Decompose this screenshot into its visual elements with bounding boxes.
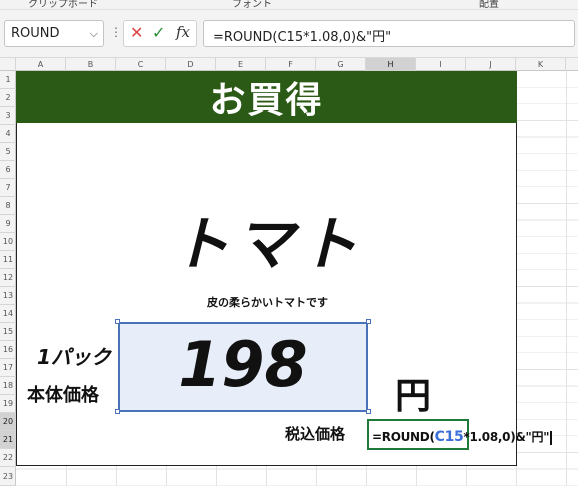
select-all-corner[interactable] bbox=[0, 58, 16, 71]
row-header[interactable]: 4 bbox=[0, 125, 16, 143]
formula-input[interactable]: =ROUND(C15*1.08,0)&"円" bbox=[203, 20, 575, 47]
row-header[interactable]: 22 bbox=[0, 449, 16, 467]
row-header[interactable]: 10 bbox=[0, 233, 16, 251]
resize-handle[interactable] bbox=[366, 409, 371, 414]
ribbon-group-alignment: 配置 bbox=[479, 0, 499, 10]
row-header[interactable]: 16 bbox=[0, 341, 16, 359]
poster-area[interactable]: トマト 皮の柔らかいトマトです 1パック 本体価格 198 円 税込価格 =RO… bbox=[16, 123, 552, 466]
check-icon[interactable]: ✓ bbox=[152, 23, 165, 42]
formula-bar: ROUND ⌵ ⋮ ✕ ✓ fx =ROUND(C15*1.08,0)&"円" bbox=[0, 10, 578, 58]
price-value: 198 bbox=[178, 328, 308, 401]
chevron-down-icon[interactable]: ⌵ bbox=[90, 27, 98, 41]
row-header[interactable]: 6 bbox=[0, 161, 16, 179]
row-header[interactable]: 3 bbox=[0, 107, 16, 125]
column-header[interactable]: A bbox=[16, 58, 66, 71]
column-header[interactable]: C bbox=[116, 58, 166, 71]
column-header-selected[interactable]: H bbox=[366, 58, 416, 71]
name-box[interactable]: ROUND ⌵ bbox=[4, 20, 104, 47]
title-banner: お買得 bbox=[16, 71, 517, 123]
row-header[interactable]: 9 bbox=[0, 215, 16, 233]
row-header[interactable]: 14 bbox=[0, 305, 16, 323]
text-caret bbox=[550, 430, 552, 445]
row-header[interactable]: 18 bbox=[0, 377, 16, 395]
column-headers: A B C D E F G H I J K bbox=[0, 58, 578, 71]
row-header[interactable]: 12 bbox=[0, 269, 16, 287]
row-headers: 1 2 3 4 5 6 7 8 9 10 11 12 13 14 15 16 1… bbox=[0, 71, 16, 486]
pack-label: 1パック bbox=[37, 345, 111, 369]
row-header[interactable]: 8 bbox=[0, 197, 16, 215]
yen-label: 円 bbox=[395, 376, 432, 417]
formula-cell-reference: C15 bbox=[434, 429, 464, 445]
row-header[interactable]: 11 bbox=[0, 251, 16, 269]
tax-price-label: 税込価格 bbox=[285, 425, 346, 443]
ribbon-group-clipboard: クリップボード bbox=[28, 0, 98, 10]
row-header[interactable]: 2 bbox=[0, 89, 16, 107]
formula-buttons: ✕ ✓ fx bbox=[123, 20, 197, 47]
row-header[interactable]: 13 bbox=[0, 287, 16, 305]
product-name: トマト bbox=[171, 210, 364, 278]
cancel-icon[interactable]: ✕ bbox=[130, 23, 143, 42]
product-description: 皮の柔らかいトマトです bbox=[207, 296, 328, 309]
row-header[interactable]: 1 bbox=[0, 71, 16, 89]
column-header[interactable]: J bbox=[466, 58, 516, 71]
ribbon-group-labels: クリップボード フォント 配置 bbox=[0, 0, 578, 10]
column-header[interactable]: E bbox=[216, 58, 266, 71]
row-header-selected[interactable]: 20 bbox=[0, 413, 16, 431]
row-header[interactable]: 17 bbox=[0, 359, 16, 377]
more-options-icon[interactable]: ⋮ bbox=[110, 25, 122, 39]
row-header[interactable]: 7 bbox=[0, 179, 16, 197]
column-header[interactable]: I bbox=[416, 58, 466, 71]
sheet-title: お買得 bbox=[209, 80, 324, 121]
row-header[interactable]: 5 bbox=[0, 143, 16, 161]
column-header[interactable]: K bbox=[516, 58, 566, 71]
row-header[interactable]: 23 bbox=[0, 467, 16, 486]
row-header[interactable]: 15 bbox=[0, 323, 16, 341]
ribbon-group-font: フォント bbox=[232, 0, 272, 10]
resize-handle[interactable] bbox=[366, 319, 371, 324]
active-edit-cell[interactable]: =ROUND(C15*1.08,0)&"円" bbox=[367, 419, 552, 450]
name-box-value: ROUND bbox=[11, 26, 60, 41]
price-cell-selected[interactable]: 198 bbox=[118, 322, 368, 412]
insert-function-icon[interactable]: fx bbox=[176, 23, 190, 41]
resize-handle[interactable] bbox=[115, 319, 120, 324]
edit-cell-formula: =ROUND(C15*1.08,0)&"円" bbox=[372, 428, 552, 445]
row-header-selected[interactable]: 21 bbox=[0, 431, 16, 449]
column-header[interactable]: G bbox=[316, 58, 366, 71]
formula-text: =ROUND(C15*1.08,0)&"円" bbox=[213, 30, 392, 45]
formula-suffix: *1.08,0)&"円" bbox=[463, 430, 550, 444]
column-header[interactable]: F bbox=[266, 58, 316, 71]
column-header[interactable]: B bbox=[66, 58, 116, 71]
body-price-label: 本体価格 bbox=[27, 385, 99, 406]
formula-prefix: =ROUND( bbox=[372, 430, 435, 444]
row-header[interactable]: 19 bbox=[0, 395, 16, 413]
resize-handle[interactable] bbox=[115, 409, 120, 414]
column-header[interactable]: D bbox=[166, 58, 216, 71]
